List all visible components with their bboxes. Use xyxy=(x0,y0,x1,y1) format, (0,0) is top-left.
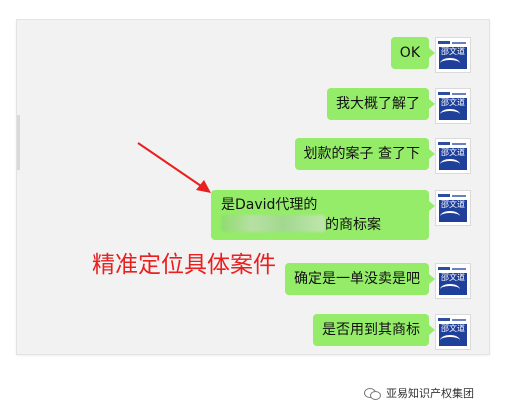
scrollbar[interactable] xyxy=(17,115,20,170)
avatar-label: 邵文道 xyxy=(441,324,465,333)
message-text: 我大概了解了 xyxy=(336,96,420,112)
avatar-label: 邵文道 xyxy=(441,148,465,157)
message-text: OK xyxy=(399,45,420,61)
message-text: 是否用到其商标 xyxy=(322,322,420,338)
wechat-icon xyxy=(364,387,381,400)
avatar[interactable]: 邵文道 xyxy=(435,138,471,174)
avatar-label: 邵文道 xyxy=(441,273,465,282)
avatar-label: 邵文道 xyxy=(441,47,465,56)
avatar[interactable]: 邵文道 xyxy=(435,37,471,73)
message-row: 是David代理的的商标案 邵文道 xyxy=(211,190,471,240)
message-text-suffix: 的商标案 xyxy=(325,217,381,233)
avatar[interactable]: 邵文道 xyxy=(435,263,471,299)
redacted-blur xyxy=(221,215,325,232)
annotation-text: 精准定位具体案件 xyxy=(92,252,276,278)
avatar[interactable]: 邵文道 xyxy=(435,88,471,124)
message-bubble[interactable]: 划款的案子 查了下 xyxy=(294,138,436,170)
message-bubble[interactable]: 我大概了解了 xyxy=(327,88,435,120)
message-row: OK 邵文道 xyxy=(390,37,471,73)
message-row: 划款的案子 查了下 邵文道 xyxy=(294,138,471,174)
message-text: 划款的案子 查了下 xyxy=(303,146,420,162)
chat-window: OK 邵文道 我大概了解了 邵文道 划款的案子 查了下 邵文道 是David代理… xyxy=(17,20,489,354)
watermark: 亚易知识产权集团 xyxy=(364,385,474,401)
message-bubble[interactable]: 是否用到其商标 xyxy=(313,314,435,346)
avatar-label: 邵文道 xyxy=(441,98,465,107)
message-text: 确定是一单没卖是吧 xyxy=(294,271,420,287)
avatar[interactable]: 邵文道 xyxy=(435,190,471,226)
message-row: 我大概了解了 邵文道 xyxy=(327,88,471,124)
message-text-prefix: 是David代理的 xyxy=(221,197,318,213)
avatar-label: 邵文道 xyxy=(441,200,465,209)
avatar[interactable]: 邵文道 xyxy=(435,314,471,350)
message-bubble[interactable]: 确定是一单没卖是吧 xyxy=(285,263,435,295)
message-bubble[interactable]: OK xyxy=(390,37,436,69)
message-bubble[interactable]: 是David代理的的商标案 xyxy=(211,190,435,240)
watermark-text: 亚易知识产权集团 xyxy=(386,387,474,400)
message-row: 确定是一单没卖是吧 邵文道 xyxy=(285,263,471,299)
message-row: 是否用到其商标 邵文道 xyxy=(313,314,471,350)
